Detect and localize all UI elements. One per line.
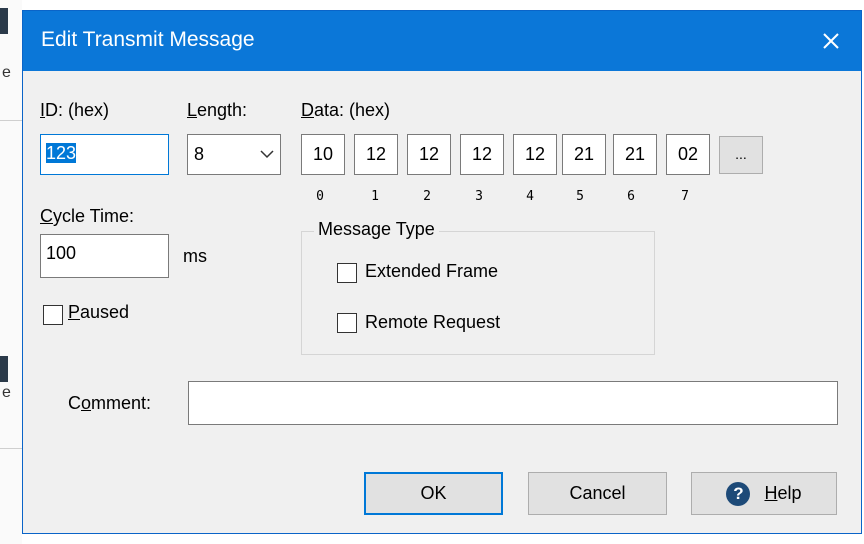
byte-index-label: 3 <box>475 189 483 204</box>
background-text: e <box>2 64 11 81</box>
length-dropdown[interactable]: 8 <box>187 134 281 175</box>
id-label: ID: (hex) <box>40 100 110 120</box>
ok-button[interactable]: OK <box>364 472 503 515</box>
background-text: e <box>2 384 11 401</box>
help-label: Help <box>764 483 802 503</box>
cancel-button[interactable]: Cancel <box>528 472 667 515</box>
byte-index-label: 5 <box>576 189 584 204</box>
data-byte-input[interactable]: 12 <box>460 134 504 175</box>
data-byte-input[interactable]: 12 <box>407 134 451 175</box>
cycle-time-input[interactable]: 100 <box>40 234 169 278</box>
remote-request-checkbox[interactable] <box>337 313 357 333</box>
data-byte-input[interactable]: 21 <box>562 134 606 175</box>
paused-checkbox[interactable] <box>43 305 63 325</box>
background-marker <box>0 8 8 34</box>
close-icon <box>823 33 839 49</box>
comment-input[interactable] <box>188 381 838 425</box>
more-data-button[interactable]: ... <box>719 136 763 174</box>
close-button[interactable] <box>801 11 861 71</box>
message-type-group <box>301 231 655 355</box>
cycle-time-unit: ms <box>183 246 207 266</box>
comment-label: Comment: <box>68 393 152 413</box>
byte-index-label: 2 <box>423 189 431 204</box>
help-icon: ? <box>726 481 751 506</box>
dialog-title: Edit Transmit Message <box>41 28 255 51</box>
remote-request-label[interactable]: Remote Request <box>365 312 500 333</box>
byte-index-label: 1 <box>371 189 379 204</box>
message-type-title: Message Type <box>314 219 439 240</box>
data-label: Data: (hex) <box>301 100 391 120</box>
data-byte-input[interactable]: 12 <box>354 134 398 175</box>
data-byte-input[interactable]: 02 <box>666 134 710 175</box>
cycle-time-label: Cycle Time: <box>40 206 135 226</box>
background-divider <box>0 448 22 449</box>
data-byte-input[interactable]: 10 <box>301 134 345 175</box>
id-input[interactable]: 123 <box>40 134 169 175</box>
chevron-down-icon <box>260 150 274 159</box>
background-divider <box>0 120 22 121</box>
title-bar[interactable]: Edit Transmit Message <box>23 11 861 71</box>
background-marker <box>0 356 8 382</box>
help-button[interactable]: ? Help <box>691 472 837 515</box>
byte-index-label: 7 <box>681 189 689 204</box>
edit-transmit-message-dialog: Edit Transmit Message ID: (hex) 123 Leng… <box>22 10 862 534</box>
byte-index-label: 4 <box>526 189 534 204</box>
length-value: 8 <box>194 144 205 164</box>
data-byte-input[interactable]: 12 <box>513 134 557 175</box>
byte-index-label: 6 <box>627 189 635 204</box>
data-byte-input[interactable]: 21 <box>613 134 657 175</box>
length-label: Length: <box>187 100 248 120</box>
byte-index-label: 0 <box>316 189 324 204</box>
extended-frame-checkbox[interactable] <box>337 263 357 283</box>
extended-frame-label[interactable]: Extended Frame <box>365 261 498 282</box>
paused-label[interactable]: Paused <box>68 302 129 323</box>
